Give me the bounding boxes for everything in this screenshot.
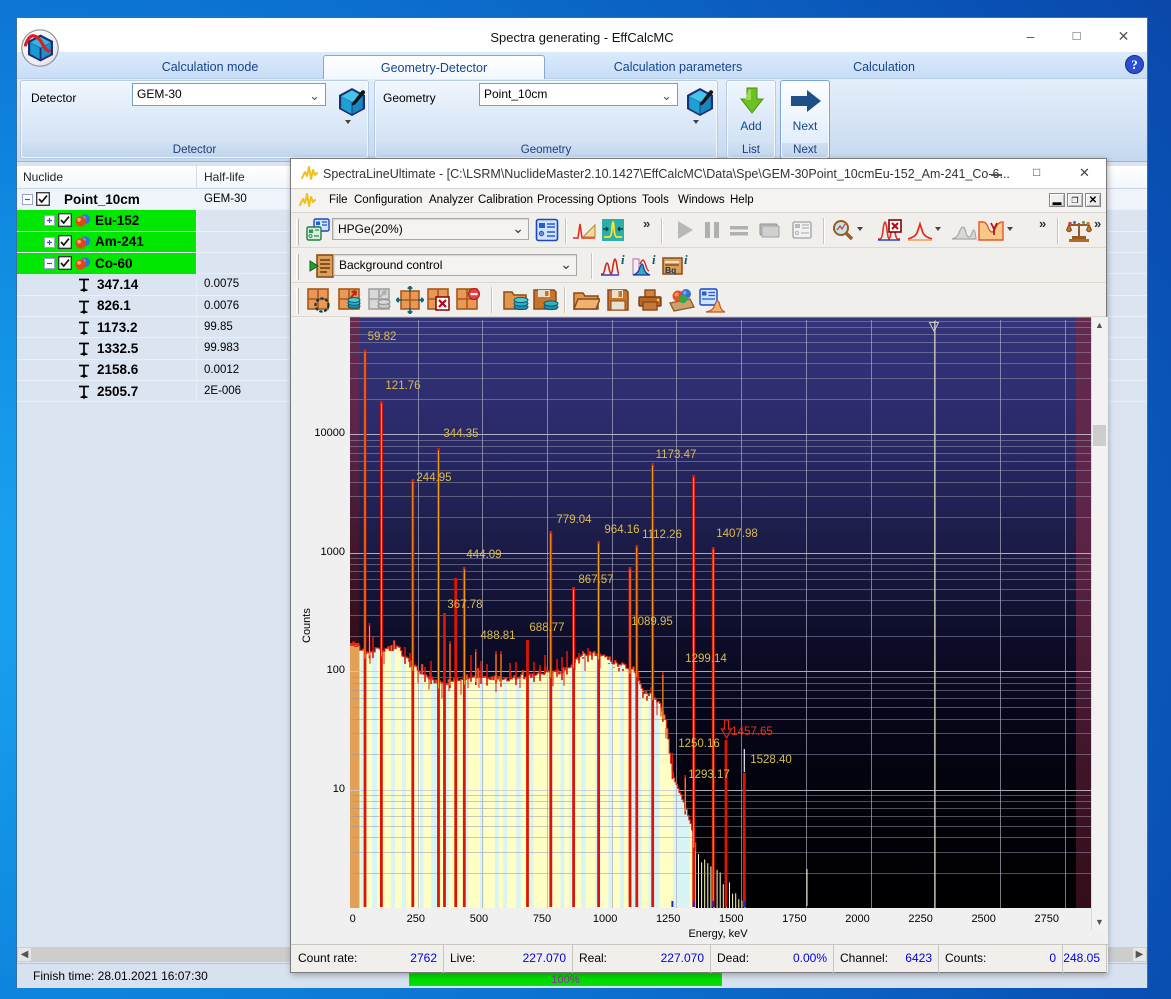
svg-text:i: i: [621, 254, 625, 267]
svg-text:367.78: 367.78: [447, 599, 482, 611]
svg-text:1089.95: 1089.95: [631, 616, 673, 628]
svg-text:?: ?: [1131, 57, 1138, 72]
svg-text:344.35: 344.35: [443, 428, 478, 440]
svg-text:688.77: 688.77: [529, 622, 564, 634]
svg-text:Bq: Bq: [665, 265, 676, 275]
svg-text:244.95: 244.95: [416, 472, 451, 484]
svg-text:444.09: 444.09: [466, 549, 501, 561]
svg-text:1299.14: 1299.14: [685, 653, 727, 665]
svg-text:964.16: 964.16: [604, 524, 639, 536]
svg-text:1173.47: 1173.47: [656, 449, 697, 461]
svg-text:1293.17: 1293.17: [688, 769, 730, 781]
svg-text:1528.40: 1528.40: [750, 754, 792, 766]
svg-text:867.57: 867.57: [578, 574, 613, 586]
svg-text:779.04: 779.04: [556, 514, 592, 526]
svg-text:i: i: [684, 254, 688, 267]
svg-text:121.76: 121.76: [385, 380, 420, 392]
svg-text:488.81: 488.81: [480, 630, 515, 642]
svg-text:i: i: [652, 254, 656, 267]
svg-text:59.82: 59.82: [368, 331, 397, 343]
svg-text:1407.98: 1407.98: [716, 528, 758, 540]
svg-text:1457.65: 1457.65: [731, 726, 773, 738]
svg-text:1112.26: 1112.26: [642, 529, 682, 541]
svg-text:1250.16: 1250.16: [678, 738, 720, 750]
